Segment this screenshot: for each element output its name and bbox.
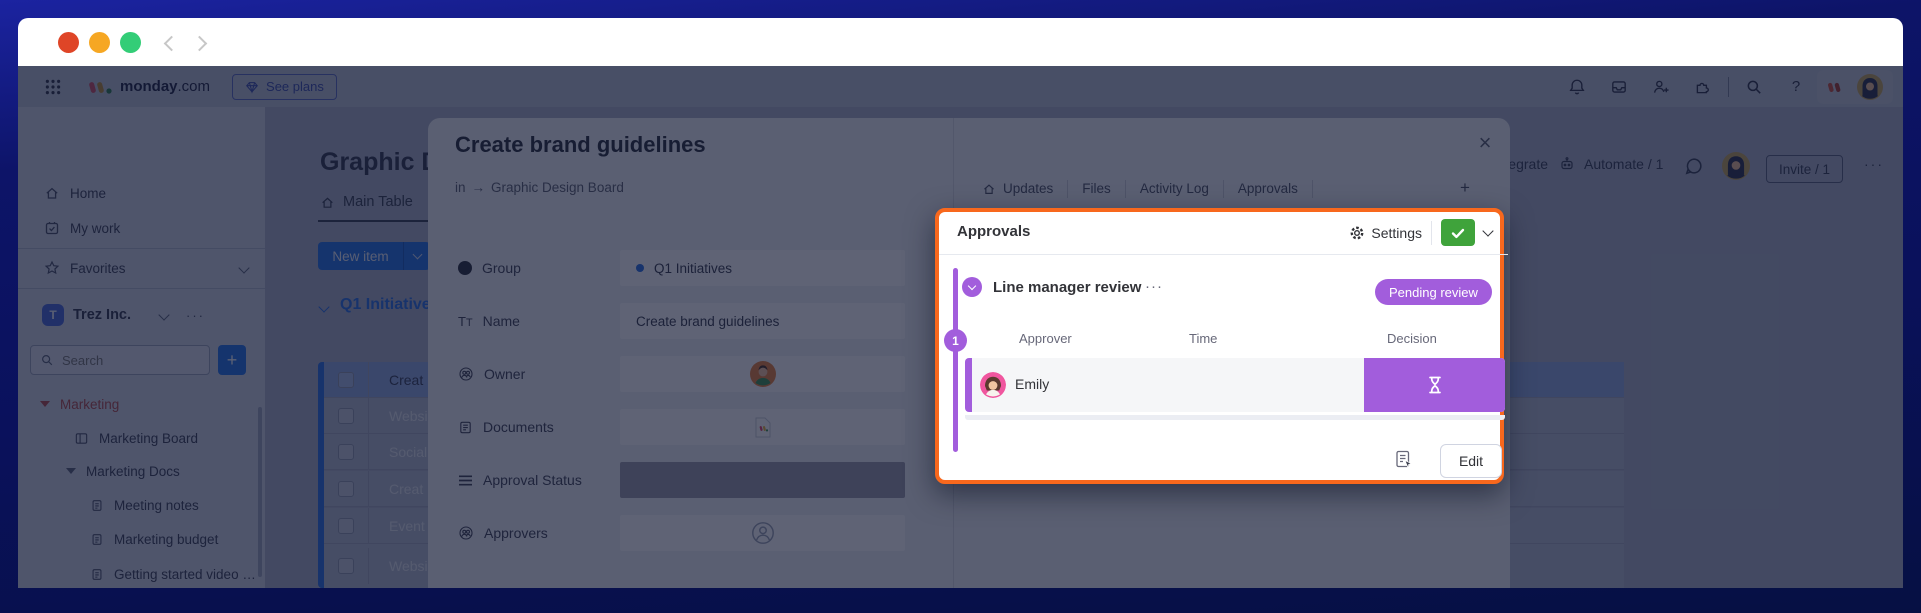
approver-avatar	[980, 372, 1006, 398]
approvals-header-actions: Settings	[1349, 219, 1492, 246]
gear-icon	[1349, 225, 1365, 241]
approval-step-timeline	[953, 268, 958, 452]
approver-name: Emily	[1015, 376, 1049, 392]
settings-button[interactable]: Settings	[1349, 225, 1422, 241]
column-header-time: Time	[1189, 331, 1217, 346]
step-menu-button[interactable]: ···	[1145, 278, 1163, 295]
hourglass-icon	[1423, 373, 1447, 397]
back-icon[interactable]	[164, 36, 180, 52]
decision-cell-pending[interactable]	[1364, 358, 1505, 412]
status-badge: Pending review	[1375, 279, 1492, 305]
approvals-panel-title: Approvals	[957, 223, 1030, 240]
zoom-window-button[interactable]	[120, 32, 141, 53]
column-header-decision: Decision	[1387, 331, 1437, 346]
step-name: Line manager review	[993, 279, 1141, 296]
step-collapse-button[interactable]	[962, 277, 982, 297]
chevron-down-icon	[968, 281, 976, 289]
chevron-down-icon[interactable]	[1482, 225, 1493, 236]
close-window-button[interactable]	[58, 32, 79, 53]
approvals-panel: Approvals Settings	[935, 208, 1504, 484]
check-icon	[1450, 225, 1466, 241]
row-accent-bar	[965, 358, 972, 412]
browser-titlebar	[18, 18, 1903, 66]
form-request-icon[interactable]	[1394, 450, 1414, 470]
edit-button[interactable]: Edit	[1440, 444, 1502, 478]
app-area: monday.com See plans	[18, 66, 1903, 588]
forward-icon[interactable]	[192, 36, 208, 52]
approver-row[interactable]: Emily	[965, 358, 1505, 412]
step-number-badge: 1	[944, 329, 967, 352]
approve-button[interactable]	[1441, 219, 1475, 246]
next-row-sliver	[965, 415, 1505, 420]
screenshot-root: monday.com See plans	[0, 0, 1921, 613]
panel-divider	[939, 254, 1508, 255]
column-header-approver: Approver	[1019, 331, 1072, 346]
minimize-window-button[interactable]	[89, 32, 110, 53]
